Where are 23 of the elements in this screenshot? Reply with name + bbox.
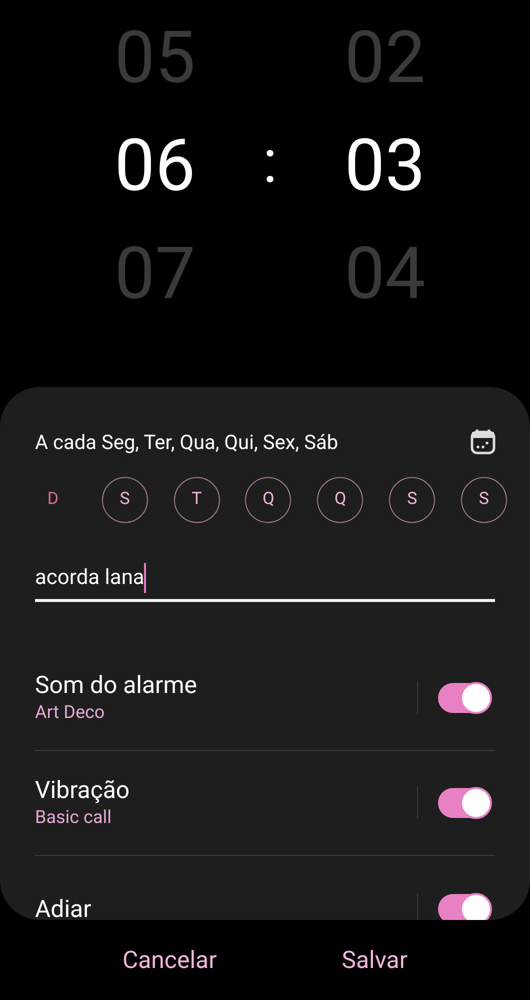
- day-toggle[interactable]: Q: [317, 477, 364, 523]
- day-toggle[interactable]: T: [174, 477, 220, 523]
- day-toggle[interactable]: S: [460, 477, 507, 523]
- time-digit[interactable]: 03: [344, 130, 426, 202]
- toggle-switch[interactable]: [438, 788, 491, 818]
- day-toggle[interactable]: Q: [245, 477, 292, 523]
- repeat-label: A cada Seg, Ter, Qua, Qui, Sex, Sáb: [35, 429, 338, 456]
- day-toggle[interactable]: S: [102, 477, 148, 523]
- time-digit[interactable]: 06: [114, 130, 196, 202]
- alarm-name-field[interactable]: acorda lana: [35, 563, 495, 602]
- toggle-switch[interactable]: [438, 894, 491, 920]
- day-toggle[interactable]: S: [389, 477, 436, 523]
- save-button[interactable]: Salvar: [332, 942, 418, 978]
- toggle-switch[interactable]: [438, 683, 491, 713]
- setting-subtitle: Basic call: [35, 806, 113, 830]
- setting-title: Som do alarme: [35, 670, 198, 700]
- cancel-button[interactable]: Cancelar: [112, 942, 227, 978]
- day-toggle[interactable]: D: [30, 477, 76, 523]
- setting-title: Vibração: [35, 775, 131, 805]
- setting-title: Adiar: [35, 894, 92, 920]
- time-separator: :: [262, 132, 278, 192]
- calendar-icon[interactable]: [470, 428, 496, 456]
- setting-subtitle: Art Deco: [35, 701, 106, 725]
